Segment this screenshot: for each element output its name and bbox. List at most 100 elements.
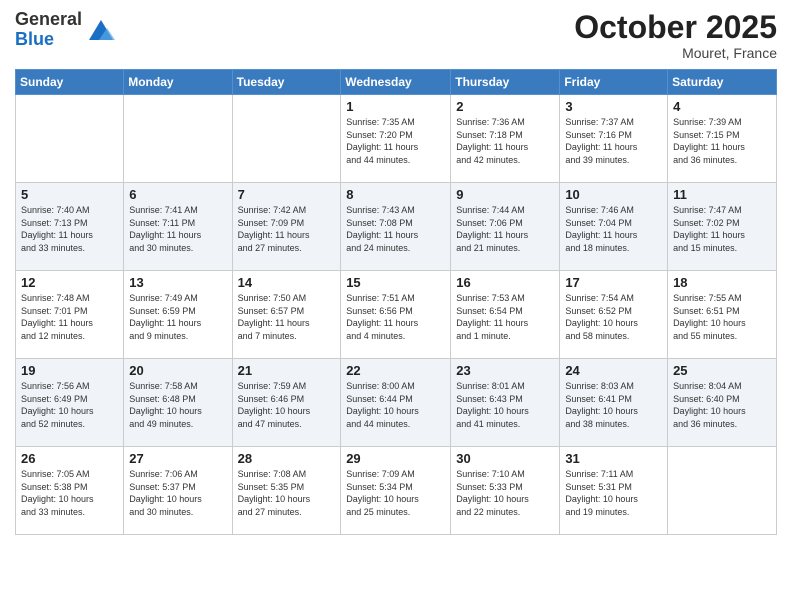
calendar-week-row: 1 Sunrise: 7:35 AM Sunset: 7:20 PM Daylig… bbox=[16, 95, 777, 183]
calendar-cell: 20Sunrise: 7:58 AM Sunset: 6:48 PM Dayli… bbox=[124, 359, 232, 447]
weekday-header: Friday bbox=[560, 70, 668, 95]
calendar-cell: 22Sunrise: 8:00 AM Sunset: 6:44 PM Dayli… bbox=[341, 359, 451, 447]
calendar-cell: 1 Sunrise: 7:35 AM Sunset: 7:20 PM Daylig… bbox=[341, 95, 451, 183]
calendar-cell: 21 Sunrise: 7:59 AM Sunset: 6:46 PM Dayli… bbox=[232, 359, 341, 447]
calendar-cell: 8 Sunrise: 7:43 AM Sunset: 7:08 PM Daylig… bbox=[341, 183, 451, 271]
day-number: 11 bbox=[673, 187, 771, 202]
day-number: 7 bbox=[238, 187, 336, 202]
calendar-cell: 14 Sunrise: 7:50 AM Sunset: 6:57 PM Dayli… bbox=[232, 271, 341, 359]
calendar-cell: 24Sunrise: 8:03 AM Sunset: 6:41 PM Dayli… bbox=[560, 359, 668, 447]
weekday-header: Saturday bbox=[668, 70, 777, 95]
day-number: 24 bbox=[565, 363, 662, 378]
day-detail: Sunrise: 7:47 AM Sunset: 7:02 PM Dayligh… bbox=[673, 204, 771, 254]
day-detail: Sunrise: 7:43 AM Sunset: 7:08 PM Dayligh… bbox=[346, 204, 445, 254]
month-title: October 2025 bbox=[574, 10, 777, 45]
day-number: 14 bbox=[238, 275, 336, 290]
calendar-week-row: 12Sunrise: 7:48 AM Sunset: 7:01 PM Dayli… bbox=[16, 271, 777, 359]
calendar-cell: 30 Sunrise: 7:10 AM Sunset: 5:33 PM Dayli… bbox=[451, 447, 560, 535]
day-number: 25 bbox=[673, 363, 771, 378]
calendar-cell: 25 Sunrise: 8:04 AM Sunset: 6:40 PM Dayli… bbox=[668, 359, 777, 447]
title-block: October 2025 Mouret, France bbox=[574, 10, 777, 61]
day-number: 13 bbox=[129, 275, 226, 290]
day-number: 30 bbox=[456, 451, 554, 466]
day-detail: Sunrise: 7:56 AM Sunset: 6:49 PM Dayligh… bbox=[21, 380, 118, 430]
day-detail: Sunrise: 7:50 AM Sunset: 6:57 PM Dayligh… bbox=[238, 292, 336, 342]
day-detail: Sunrise: 7:44 AM Sunset: 7:06 PM Dayligh… bbox=[456, 204, 554, 254]
calendar-table: SundayMondayTuesdayWednesdayThursdayFrid… bbox=[15, 69, 777, 535]
day-detail: Sunrise: 8:04 AM Sunset: 6:40 PM Dayligh… bbox=[673, 380, 771, 430]
day-detail: Sunrise: 7:10 AM Sunset: 5:33 PM Dayligh… bbox=[456, 468, 554, 518]
calendar-cell bbox=[124, 95, 232, 183]
calendar-cell: 12Sunrise: 7:48 AM Sunset: 7:01 PM Dayli… bbox=[16, 271, 124, 359]
day-number: 27 bbox=[129, 451, 226, 466]
day-detail: Sunrise: 7:55 AM Sunset: 6:51 PM Dayligh… bbox=[673, 292, 771, 342]
calendar-cell: 26 Sunrise: 7:05 AM Sunset: 5:38 PM Dayli… bbox=[16, 447, 124, 535]
day-number: 23 bbox=[456, 363, 554, 378]
day-number: 8 bbox=[346, 187, 445, 202]
day-number: 6 bbox=[129, 187, 226, 202]
day-detail: Sunrise: 7:37 AM Sunset: 7:16 PM Dayligh… bbox=[565, 116, 662, 166]
weekday-header: Tuesday bbox=[232, 70, 341, 95]
day-number: 28 bbox=[238, 451, 336, 466]
day-detail: Sunrise: 7:49 AM Sunset: 6:59 PM Dayligh… bbox=[129, 292, 226, 342]
day-number: 19 bbox=[21, 363, 118, 378]
day-number: 1 bbox=[346, 99, 445, 114]
weekday-header: Monday bbox=[124, 70, 232, 95]
day-detail: Sunrise: 7:51 AM Sunset: 6:56 PM Dayligh… bbox=[346, 292, 445, 342]
day-number: 15 bbox=[346, 275, 445, 290]
day-detail: Sunrise: 7:53 AM Sunset: 6:54 PM Dayligh… bbox=[456, 292, 554, 342]
logo: General Blue bbox=[15, 10, 117, 50]
day-detail: Sunrise: 8:01 AM Sunset: 6:43 PM Dayligh… bbox=[456, 380, 554, 430]
day-number: 2 bbox=[456, 99, 554, 114]
calendar-cell: 16Sunrise: 7:53 AM Sunset: 6:54 PM Dayli… bbox=[451, 271, 560, 359]
day-detail: Sunrise: 7:08 AM Sunset: 5:35 PM Dayligh… bbox=[238, 468, 336, 518]
calendar-cell: 18Sunrise: 7:55 AM Sunset: 6:51 PM Dayli… bbox=[668, 271, 777, 359]
day-detail: Sunrise: 7:58 AM Sunset: 6:48 PM Dayligh… bbox=[129, 380, 226, 430]
day-detail: Sunrise: 7:42 AM Sunset: 7:09 PM Dayligh… bbox=[238, 204, 336, 254]
day-number: 12 bbox=[21, 275, 118, 290]
day-number: 10 bbox=[565, 187, 662, 202]
day-detail: Sunrise: 7:46 AM Sunset: 7:04 PM Dayligh… bbox=[565, 204, 662, 254]
day-detail: Sunrise: 7:11 AM Sunset: 5:31 PM Dayligh… bbox=[565, 468, 662, 518]
day-detail: Sunrise: 7:59 AM Sunset: 6:46 PM Dayligh… bbox=[238, 380, 336, 430]
calendar-cell bbox=[232, 95, 341, 183]
day-detail: Sunrise: 8:00 AM Sunset: 6:44 PM Dayligh… bbox=[346, 380, 445, 430]
location: Mouret, France bbox=[574, 45, 777, 61]
day-detail: Sunrise: 7:35 AM Sunset: 7:20 PM Dayligh… bbox=[346, 116, 445, 166]
calendar-cell: 3 Sunrise: 7:37 AM Sunset: 7:16 PM Daylig… bbox=[560, 95, 668, 183]
day-detail: Sunrise: 7:40 AM Sunset: 7:13 PM Dayligh… bbox=[21, 204, 118, 254]
day-number: 5 bbox=[21, 187, 118, 202]
calendar-week-row: 26 Sunrise: 7:05 AM Sunset: 5:38 PM Dayli… bbox=[16, 447, 777, 535]
calendar-cell: 28 Sunrise: 7:08 AM Sunset: 5:35 PM Dayli… bbox=[232, 447, 341, 535]
day-number: 17 bbox=[565, 275, 662, 290]
day-number: 29 bbox=[346, 451, 445, 466]
calendar-cell: 7 Sunrise: 7:42 AM Sunset: 7:09 PM Daylig… bbox=[232, 183, 341, 271]
day-detail: Sunrise: 7:36 AM Sunset: 7:18 PM Dayligh… bbox=[456, 116, 554, 166]
weekday-header: Wednesday bbox=[341, 70, 451, 95]
day-detail: Sunrise: 7:05 AM Sunset: 5:38 PM Dayligh… bbox=[21, 468, 118, 518]
logo-blue-text: Blue bbox=[15, 29, 54, 49]
calendar-cell: 27 Sunrise: 7:06 AM Sunset: 5:37 PM Dayli… bbox=[124, 447, 232, 535]
weekday-header: Thursday bbox=[451, 70, 560, 95]
header: General Blue October 2025 Mouret, France bbox=[15, 10, 777, 61]
logo-icon bbox=[85, 16, 117, 44]
calendar-cell: 11 Sunrise: 7:47 AM Sunset: 7:02 PM Dayli… bbox=[668, 183, 777, 271]
day-number: 31 bbox=[565, 451, 662, 466]
day-number: 26 bbox=[21, 451, 118, 466]
calendar-cell: 2 Sunrise: 7:36 AM Sunset: 7:18 PM Daylig… bbox=[451, 95, 560, 183]
day-number: 3 bbox=[565, 99, 662, 114]
calendar-header-row: SundayMondayTuesdayWednesdayThursdayFrid… bbox=[16, 70, 777, 95]
day-number: 9 bbox=[456, 187, 554, 202]
calendar-cell: 29Sunrise: 7:09 AM Sunset: 5:34 PM Dayli… bbox=[341, 447, 451, 535]
logo-general-text: General bbox=[15, 9, 82, 29]
calendar-cell: 15 Sunrise: 7:51 AM Sunset: 6:56 PM Dayli… bbox=[341, 271, 451, 359]
calendar-cell: 9 Sunrise: 7:44 AM Sunset: 7:06 PM Daylig… bbox=[451, 183, 560, 271]
day-number: 4 bbox=[673, 99, 771, 114]
calendar-cell: 17Sunrise: 7:54 AM Sunset: 6:52 PM Dayli… bbox=[560, 271, 668, 359]
day-detail: Sunrise: 7:39 AM Sunset: 7:15 PM Dayligh… bbox=[673, 116, 771, 166]
weekday-header: Sunday bbox=[16, 70, 124, 95]
calendar-cell: 4 Sunrise: 7:39 AM Sunset: 7:15 PM Daylig… bbox=[668, 95, 777, 183]
calendar-cell: 10 Sunrise: 7:46 AM Sunset: 7:04 PM Dayli… bbox=[560, 183, 668, 271]
day-detail: Sunrise: 7:06 AM Sunset: 5:37 PM Dayligh… bbox=[129, 468, 226, 518]
day-number: 21 bbox=[238, 363, 336, 378]
